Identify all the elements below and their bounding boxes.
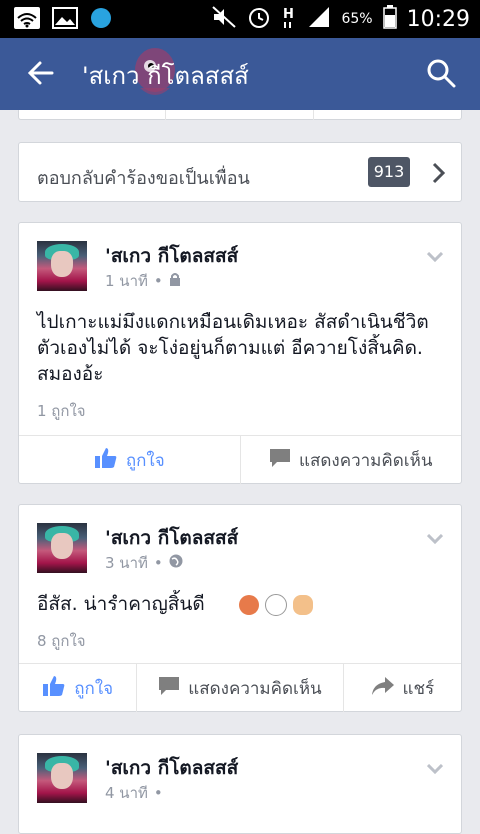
avatar[interactable] <box>37 241 87 291</box>
divider <box>313 110 314 120</box>
post-author[interactable]: 'สเกว กีโตลสสส์ <box>105 523 238 553</box>
comment-label: แสดงความคิดเห็น <box>188 678 322 699</box>
friend-requests-row[interactable]: ตอบกลับคำร้องขอเป็นเพื่อน 913 <box>18 142 462 202</box>
network-h-icon: H <box>281 4 297 34</box>
post-actions: ถูกใจ แสดงความคิดเห็น แชร์ <box>19 663 461 712</box>
share-button[interactable]: แชร์ <box>344 664 461 712</box>
chevron-down-icon[interactable] <box>426 529 444 545</box>
comment-icon <box>158 676 180 701</box>
share-icon <box>371 676 395 701</box>
post-card: 'สเกว กีโตลสสส์ 3 นาที • อีสัส. น่ารำคาญ… <box>18 504 462 712</box>
like-button[interactable]: ถูกใจ <box>19 436 241 484</box>
avatar-face <box>51 251 73 277</box>
post-meta: 1 นาที • <box>105 269 181 293</box>
post-text: อีสัส. น่ารำคาญสิ้นดี <box>37 593 205 615</box>
like-label: ถูกใจ <box>74 678 114 699</box>
friend-requests-label: ตอบกลับคำร้องขอเป็นเพื่อน <box>37 168 250 189</box>
post-text-row: อีสัส. น่ารำคาญสิ้นดี <box>37 591 447 617</box>
svg-text:H: H <box>283 7 294 22</box>
like-count[interactable]: 1 ถูกใจ <box>37 399 86 423</box>
avatar-face <box>51 533 73 559</box>
like-label: ถูกใจ <box>125 450 165 471</box>
circle-emoji-icon <box>264 593 287 616</box>
clock: 10:29 <box>406 6 470 32</box>
comment-button[interactable]: แสดงความคิดเห็น <box>241 436 462 484</box>
share-label: แชร์ <box>402 678 435 699</box>
avatar[interactable] <box>37 523 87 573</box>
back-arrow-icon[interactable] <box>26 58 56 88</box>
like-count[interactable]: 8 ถูกใจ <box>37 629 86 653</box>
post-meta: 4 นาที • <box>105 781 163 805</box>
chevron-right-icon <box>431 161 447 185</box>
post-author[interactable]: 'สเกว กีโตลสสส์ <box>105 241 238 271</box>
globe-icon <box>169 554 183 572</box>
lock-icon <box>169 272 181 290</box>
avatar-face <box>51 763 73 789</box>
post-actions: ถูกใจ แสดงความคิดเห็น <box>19 435 461 484</box>
gallery-icon <box>52 7 78 33</box>
thumbs-up-icon <box>42 675 66 702</box>
post-meta: 3 นาที • <box>105 551 183 575</box>
chevron-down-icon[interactable] <box>426 247 444 263</box>
thumbs-up-icon <box>94 447 118 474</box>
chevron-down-icon[interactable] <box>426 759 444 775</box>
ok-hand-emoji-icon <box>292 594 313 615</box>
comment-icon <box>269 448 291 473</box>
dot-separator: • <box>153 784 163 802</box>
alarm-icon <box>247 5 271 33</box>
status-bar: H 65% 10:29 <box>0 0 480 38</box>
post-card: 'สเกว กีโตลสสส์ 4 นาที • <box>18 734 462 834</box>
post-text: ไปเกาะแม่มึงแดกเหมือนเดิมเหอะ สัสดำเนินช… <box>37 311 429 385</box>
post-card: 'สเกว กีโตลสสส์ 1 นาที • ไปเกาะแม่มึงแดก… <box>18 222 462 484</box>
comment-label: แสดงความคิดเห็น <box>299 450 433 471</box>
page-title: 'สเกว กีโตลสสส์ <box>82 62 249 90</box>
post-time: 3 นาที <box>105 554 148 572</box>
wifi-icon <box>14 7 40 33</box>
post-author[interactable]: 'สเกว กีโตลสสส์ <box>105 753 238 783</box>
battery-icon <box>382 5 397 33</box>
friend-requests-count-badge: 913 <box>368 157 410 187</box>
dot-separator: • <box>153 554 163 572</box>
battery-percent: 65% <box>341 11 373 27</box>
mute-icon <box>211 5 237 33</box>
previous-card-stub <box>18 110 462 120</box>
notification-dot-icon <box>90 7 112 33</box>
comment-button[interactable]: แสดงความคิดเห็น <box>137 664 344 712</box>
search-icon[interactable] <box>426 58 456 88</box>
dot-separator: • <box>153 272 163 290</box>
like-button[interactable]: ถูกใจ <box>19 664 138 712</box>
avatar[interactable] <box>37 753 87 803</box>
signal-icon <box>307 5 331 33</box>
angry-face-emoji-icon <box>238 594 259 615</box>
post-time: 1 นาที <box>105 272 148 290</box>
app-bar: 'สเกว กีโตลสสส์ <box>0 38 480 110</box>
post-time: 4 นาที <box>105 784 148 802</box>
divider <box>165 110 166 120</box>
